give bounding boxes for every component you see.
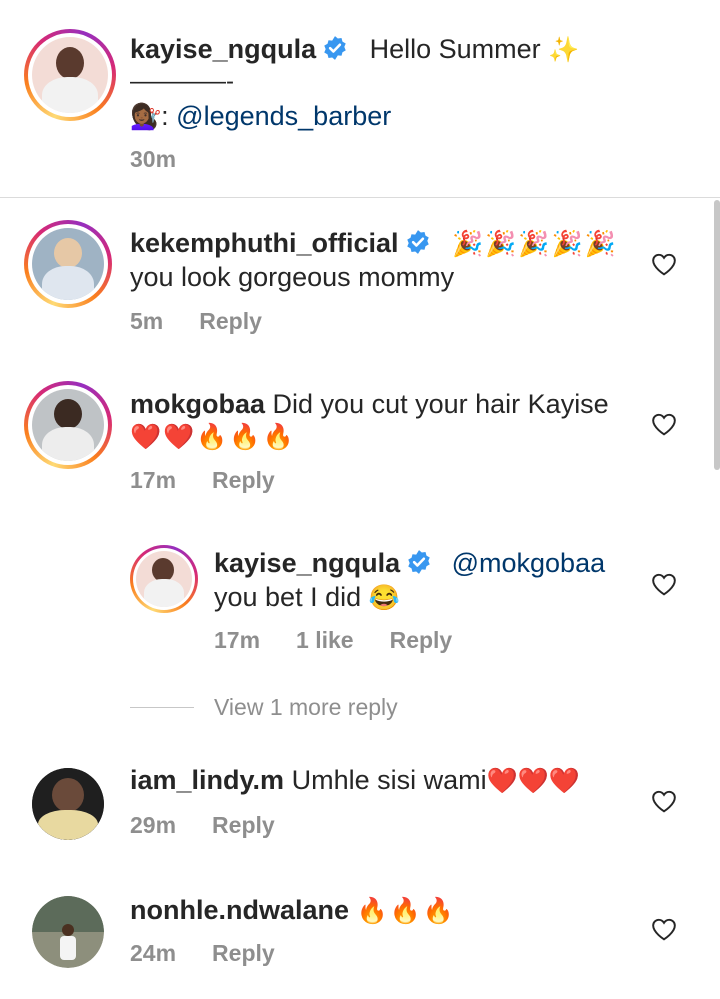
- reply-button[interactable]: Reply: [390, 627, 453, 653]
- comment-emoji: ❤️❤️🔥🔥🔥: [130, 423, 296, 451]
- view-more-line: [130, 707, 194, 708]
- avatar-photo: [136, 551, 192, 607]
- scrollbar[interactable]: [714, 200, 720, 470]
- reply-button[interactable]: Reply: [199, 308, 262, 334]
- comment-text: nonhle.ndwalane 🔥🔥🔥: [130, 893, 456, 929]
- caption-text: kayise_ngqula Hello Summer ✨: [130, 32, 579, 68]
- reply-time: 17m: [214, 627, 261, 653]
- hearts-emoji: ❤️❤️❤️: [486, 767, 580, 795]
- reply-meta: 17m 1 like Reply: [214, 627, 488, 654]
- heart-icon[interactable]: [651, 412, 677, 436]
- caption-body: Hello Summer: [369, 34, 541, 64]
- comment-avatar[interactable]: [32, 896, 104, 968]
- view-more-label: View 1 more reply: [214, 694, 398, 720]
- comment-username[interactable]: iam_lindy.m: [130, 765, 284, 795]
- caption-time: 30m: [130, 146, 177, 172]
- fire-emoji: 🔥🔥🔥: [356, 897, 456, 925]
- caption-username[interactable]: kayise_ngqula: [130, 34, 316, 64]
- likes-count[interactable]: 1 like: [296, 627, 354, 653]
- comment-username[interactable]: mokgobaa: [130, 389, 265, 419]
- comment-time: 29m: [130, 812, 177, 838]
- caption-separator: ————-: [130, 68, 234, 95]
- comment-username[interactable]: kekemphuthi_official: [130, 228, 399, 258]
- comment-body: you look gorgeous mommy: [130, 262, 455, 292]
- avatar-photo: [32, 228, 104, 300]
- comment-avatar[interactable]: [32, 768, 104, 840]
- mention-link[interactable]: @legends_barber: [176, 101, 391, 131]
- haircut-emoji: 💇🏾‍♀️: [130, 103, 162, 131]
- comment-body: Did you cut your hair Kayise: [272, 389, 609, 419]
- reply-button[interactable]: Reply: [212, 940, 275, 966]
- comment-avatar[interactable]: [24, 381, 112, 469]
- comment-meta: 5m Reply: [130, 308, 298, 335]
- heart-icon[interactable]: [651, 917, 677, 941]
- caption-meta: 30m: [130, 146, 212, 173]
- reply-body-text: you bet I did: [214, 582, 362, 612]
- comment-username[interactable]: nonhle.ndwalane: [130, 895, 349, 925]
- verified-badge-icon: [406, 230, 429, 254]
- party-popper-emoji: 🎉🎉🎉🎉🎉: [452, 230, 618, 258]
- avatar-photo: [32, 389, 104, 461]
- heart-icon[interactable]: [651, 572, 677, 596]
- reply-button[interactable]: Reply: [212, 467, 275, 493]
- reply-body: you bet I did 😂: [214, 580, 400, 616]
- verified-badge-icon: [408, 550, 430, 574]
- reply-avatar[interactable]: [130, 545, 198, 613]
- heart-icon[interactable]: [651, 789, 677, 813]
- comment-meta: 24m Reply: [130, 940, 311, 967]
- comment-time: 17m: [130, 467, 177, 493]
- caption-credit: 💇🏾‍♀️: @legends_barber: [130, 99, 391, 135]
- caption-divider: [0, 197, 720, 198]
- mention-link[interactable]: @mokgobaa: [452, 548, 606, 578]
- comment-text: iam_lindy.m Umhle sisi wami❤️❤️❤️: [130, 763, 580, 799]
- credit-colon: :: [161, 101, 169, 131]
- comment-meta: 29m Reply: [130, 812, 311, 839]
- comment-time: 24m: [130, 940, 177, 966]
- verified-badge-icon: [324, 36, 346, 60]
- reply-button[interactable]: Reply: [212, 812, 275, 838]
- avatar-photo: [32, 37, 108, 113]
- comment-avatar[interactable]: [24, 220, 112, 308]
- reply-username[interactable]: kayise_ngqula: [214, 548, 400, 578]
- avatar-photo: [32, 896, 104, 968]
- caption-avatar[interactable]: [24, 29, 116, 121]
- laughing-emoji: 😂: [368, 584, 400, 612]
- avatar-photo: [32, 768, 104, 840]
- sparkle-emoji: ✨: [548, 36, 580, 64]
- comment-meta: 17m Reply: [130, 467, 311, 494]
- view-more-replies-button[interactable]: View 1 more reply: [130, 694, 398, 721]
- comment-time: 5m: [130, 308, 164, 334]
- comment-text: kekemphuthi_official 🎉🎉🎉🎉🎉: [130, 226, 618, 262]
- heart-icon[interactable]: [651, 252, 677, 276]
- comment-body: Umhle sisi wami: [291, 765, 487, 795]
- reply-text: kayise_ngqula @mokgobaa: [214, 546, 605, 581]
- comment-text: mokgobaa Did you cut your hair Kayise: [130, 387, 609, 422]
